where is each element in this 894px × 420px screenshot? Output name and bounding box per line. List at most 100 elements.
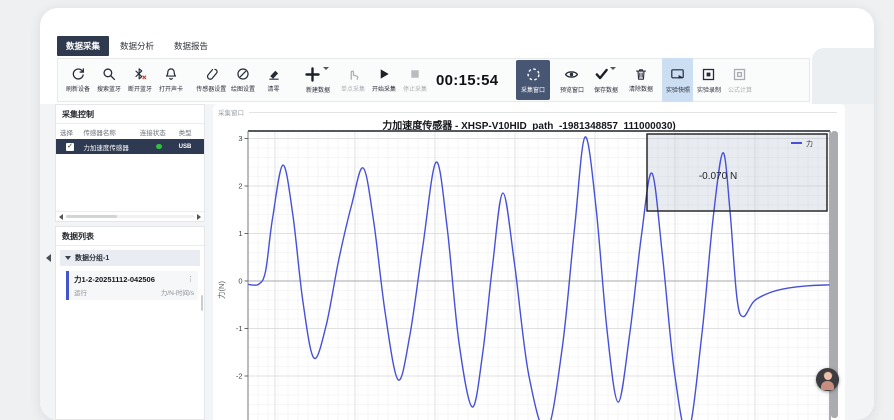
sensor-type: USB	[179, 144, 200, 150]
y-tick-label: -1	[236, 324, 243, 333]
plot-settings-button[interactable]: 绘图设置	[227, 61, 258, 99]
new-data-button[interactable]: 新建数据	[299, 61, 337, 99]
y-tick-label: 3	[238, 134, 242, 143]
snapshot-icon	[670, 67, 685, 82]
search-icon	[102, 67, 116, 81]
item-menu-icon[interactable]: ⋮	[187, 276, 194, 283]
zero-button[interactable]: 清零	[258, 61, 289, 99]
eraser-icon	[267, 67, 281, 81]
stop-icon	[408, 67, 422, 81]
button-label: 清零	[268, 83, 280, 92]
y-tick-label: 0	[238, 277, 242, 286]
single-point-button[interactable]: 单点采集	[337, 61, 368, 99]
data-group-header[interactable]: 数据分组-1	[60, 250, 200, 266]
bluetooth-off-icon	[133, 67, 147, 81]
assistant-avatar-button[interactable]	[816, 368, 839, 391]
open-soundcard-button[interactable]: 打开声卡	[155, 61, 186, 99]
formula-calc-button[interactable]: 公式计算	[724, 61, 755, 99]
horizontal-scrollbar[interactable]	[56, 211, 204, 221]
tab-data-report[interactable]: 数据报告	[165, 36, 217, 56]
clear-data-button[interactable]: 清除数据	[625, 61, 656, 99]
app-window: 数据采集 数据分析 数据报告 刷新设备 搜索蓝牙 断开蓝牙 打开声卡 传感器设置…	[40, 8, 874, 420]
scroll-thumb[interactable]	[66, 215, 117, 218]
button-label: 清除数据	[629, 83, 653, 92]
column-sensor-name: 传感器名称	[83, 127, 139, 137]
tab-data-analysis[interactable]: 数据分析	[111, 36, 163, 56]
scroll-right-icon[interactable]	[197, 214, 201, 220]
plus-icon	[305, 67, 332, 82]
panel-title: 数据列表	[56, 227, 204, 246]
sensor-table-header: 选择 传感器名称 连接状态 类型	[56, 124, 204, 139]
tab-data-collection[interactable]: 数据采集	[57, 36, 109, 56]
stop-collection-button[interactable]: 停止采集	[399, 61, 430, 99]
bell-icon	[164, 67, 178, 81]
scroll-track[interactable]	[66, 215, 194, 218]
eye-icon	[564, 67, 579, 82]
preview-window-button[interactable]: 预览窗口	[556, 61, 587, 99]
chevron-down-icon[interactable]	[323, 67, 329, 70]
sensor-settings-button[interactable]: 传感器设置	[196, 61, 227, 99]
button-label: 断开蓝牙	[128, 83, 152, 92]
y-axis-label: 力(N)	[216, 281, 226, 299]
button-label: 新建数据	[306, 84, 330, 93]
experiment-record-button[interactable]: 实验录制	[693, 61, 724, 99]
sensor-checkbox[interactable]: ✓	[66, 143, 74, 151]
datalist-scroll-handle[interactable]	[201, 295, 204, 311]
button-label: 实验快照	[666, 84, 690, 93]
status-dot-connected	[156, 144, 162, 150]
dataset-name: 力1-2-20251112-042506	[74, 274, 155, 285]
chevron-down-icon[interactable]	[610, 67, 616, 70]
sensor-row[interactable]: ✓ 力加速度传感器 USB	[56, 139, 204, 154]
sensor-clip-icon	[205, 67, 219, 81]
collection-timer: 00:15:54	[436, 72, 498, 89]
waveform-plot[interactable]: -0.070 N力3210-1-2力(N)	[213, 130, 845, 420]
search-bluetooth-button[interactable]: 搜索蓝牙	[93, 61, 124, 99]
scroll-left-icon[interactable]	[59, 214, 63, 220]
check-icon	[594, 67, 619, 82]
legend-label: 力	[806, 139, 813, 148]
panel-title: 采集控制	[56, 105, 204, 124]
sidebar-collapse-arrow-icon[interactable]	[46, 254, 51, 262]
column-status: 连接状态	[140, 127, 179, 137]
capture-window-button[interactable]: 采集窗口	[516, 60, 550, 100]
data-list-panel: 数据列表 数据分组-1 力1-2-20251112-042506 ⋮ 运行 力/…	[55, 226, 205, 420]
dataset-axes: 力/N-时间/s	[161, 287, 194, 297]
main-tab-bar: 数据采集 数据分析 数据报告	[57, 36, 217, 56]
capture-window-panel: 采集窗口 力加速度传感器 - XHSP-V10HID_path_-1981348…	[213, 104, 845, 420]
hand-point-icon	[346, 67, 360, 81]
group-label: 数据分组-1	[75, 253, 109, 263]
button-label: 公式计算	[728, 84, 752, 93]
button-label: 采集窗口	[521, 84, 545, 93]
collection-control-panel: 采集控制 选择 传感器名称 连接状态 类型 ✓ 力加速度传感器 USB	[55, 104, 205, 222]
button-label: 传感器设置	[197, 83, 227, 92]
avatar	[824, 372, 832, 380]
panel-label: 采集窗口	[218, 107, 244, 117]
avatar	[821, 381, 834, 390]
button-label: 刷新设备	[66, 83, 90, 92]
start-collection-button[interactable]: 开始采集	[368, 61, 399, 99]
toolbar-right-gap	[812, 48, 874, 104]
button-label: 绘图设置	[231, 83, 255, 92]
divider	[249, 112, 837, 113]
data-list-item[interactable]: 力1-2-20251112-042506 ⋮ 运行 力/N-时间/s	[66, 271, 198, 300]
button-label: 停止采集	[403, 83, 427, 92]
refresh-device-button[interactable]: 刷新设备	[62, 61, 93, 99]
chevron-down-icon	[65, 256, 71, 260]
column-select: 选择	[60, 127, 83, 137]
y-tick-label: 2	[238, 182, 242, 191]
button-label: 实验录制	[697, 84, 721, 93]
dashed-circle-icon	[526, 67, 541, 82]
experiment-snapshot-button[interactable]: 实验快照	[662, 58, 693, 102]
button-label: 开始采集	[372, 83, 396, 92]
column-type: 类型	[179, 127, 200, 137]
trash-icon	[634, 67, 648, 81]
record-frame-icon	[701, 67, 716, 82]
annotation-value: -0.070 N	[699, 171, 737, 182]
button-label: 保存数据	[594, 84, 618, 93]
save-data-button[interactable]: 保存数据	[587, 61, 625, 99]
disconnect-bluetooth-button[interactable]: 断开蓝牙	[124, 61, 155, 99]
play-icon	[377, 67, 391, 81]
y-tick-label: -2	[236, 372, 243, 381]
toolbar: 刷新设备 搜索蓝牙 断开蓝牙 打开声卡 传感器设置 绘图设置 清零	[57, 58, 810, 102]
sensor-name: 力加速度传感器	[83, 142, 139, 152]
